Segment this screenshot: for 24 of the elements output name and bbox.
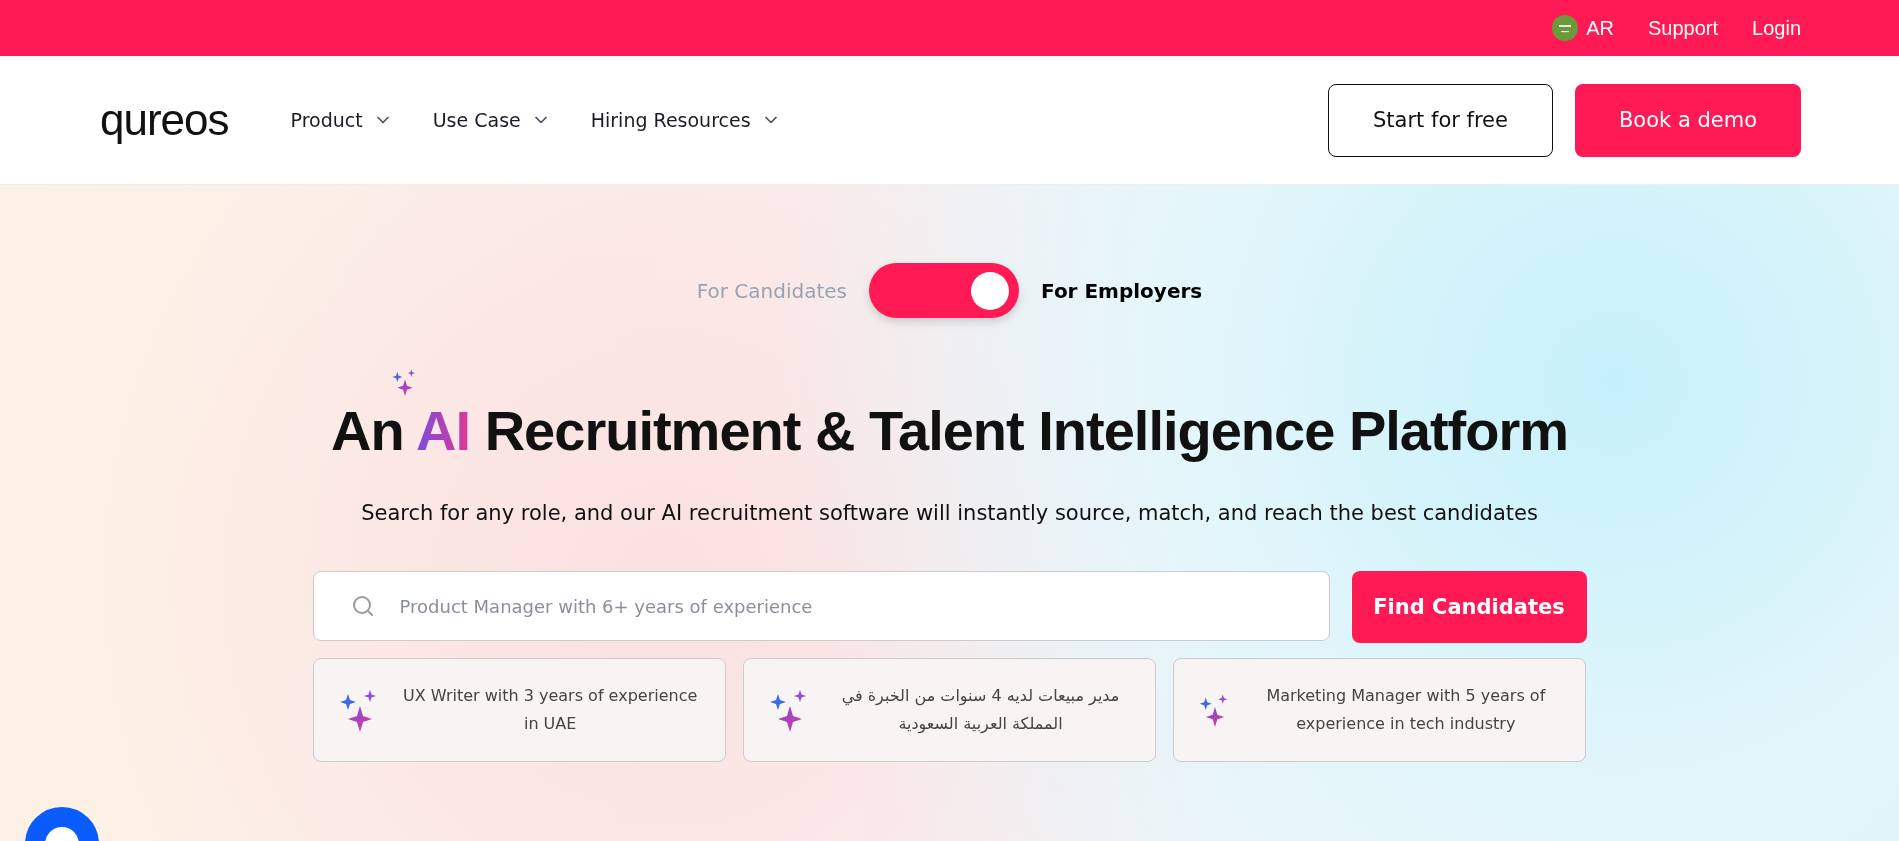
top-link[interactable]: Support: [1648, 16, 1719, 40]
language-link[interactable]: AR: [1552, 15, 1614, 41]
hero-subtitle: Search for any role, and our AI recruitment software will instantly source, match, and reach the best candidates: [361, 501, 1538, 525]
toggle-label: For Candidates: [696, 278, 848, 303]
flag-icon: [1552, 15, 1579, 41]
start-button[interactable]: Start for free: [1328, 83, 1553, 157]
suggestion-text: UX Writer with 3 years of experience in UAE: [402, 685, 699, 735]
search-field[interactable]: Product Manager with 6+ years of experience: [312, 571, 1330, 641]
suggestion-card[interactable]: Marketing Manager with 5 years of experience in tech industry: [1173, 658, 1587, 762]
search-icon: [350, 594, 375, 618]
suggestion-text: مدير مبيعات لديه 4 سنوات من الخبرة في المملكة العربية السعودية: [840, 685, 1121, 736]
suggestion-card[interactable]: UX Writer with 3 years of experience in UAE: [312, 658, 726, 762]
suggestion-text: Marketing Manager with 5 years of experience in tech industry: [1265, 685, 1547, 735]
demo-button[interactable]: Book a demo: [1574, 83, 1801, 157]
audience-toggle[interactable]: [869, 263, 1020, 318]
toggle-label: For Employers: [1041, 278, 1203, 303]
find-candidates-button[interactable]: Find Candidates: [1351, 571, 1587, 643]
nav-menu[interactable]: Product: [290, 109, 393, 131]
logo[interactable]: qureos: [100, 95, 229, 145]
nav-menu[interactable]: Hiring Resources: [590, 109, 781, 131]
hero-title: An AI Recruitment & Talent Intelligence Platform: [330, 398, 1569, 463]
top-link[interactable]: Login: [1752, 16, 1801, 40]
suggestion-card[interactable]: مدير مبيعات لديه 4 سنوات من الخبرة في المملكة العربية السعودية: [742, 658, 1157, 762]
nav-menu[interactable]: Use Case: [432, 109, 551, 131]
